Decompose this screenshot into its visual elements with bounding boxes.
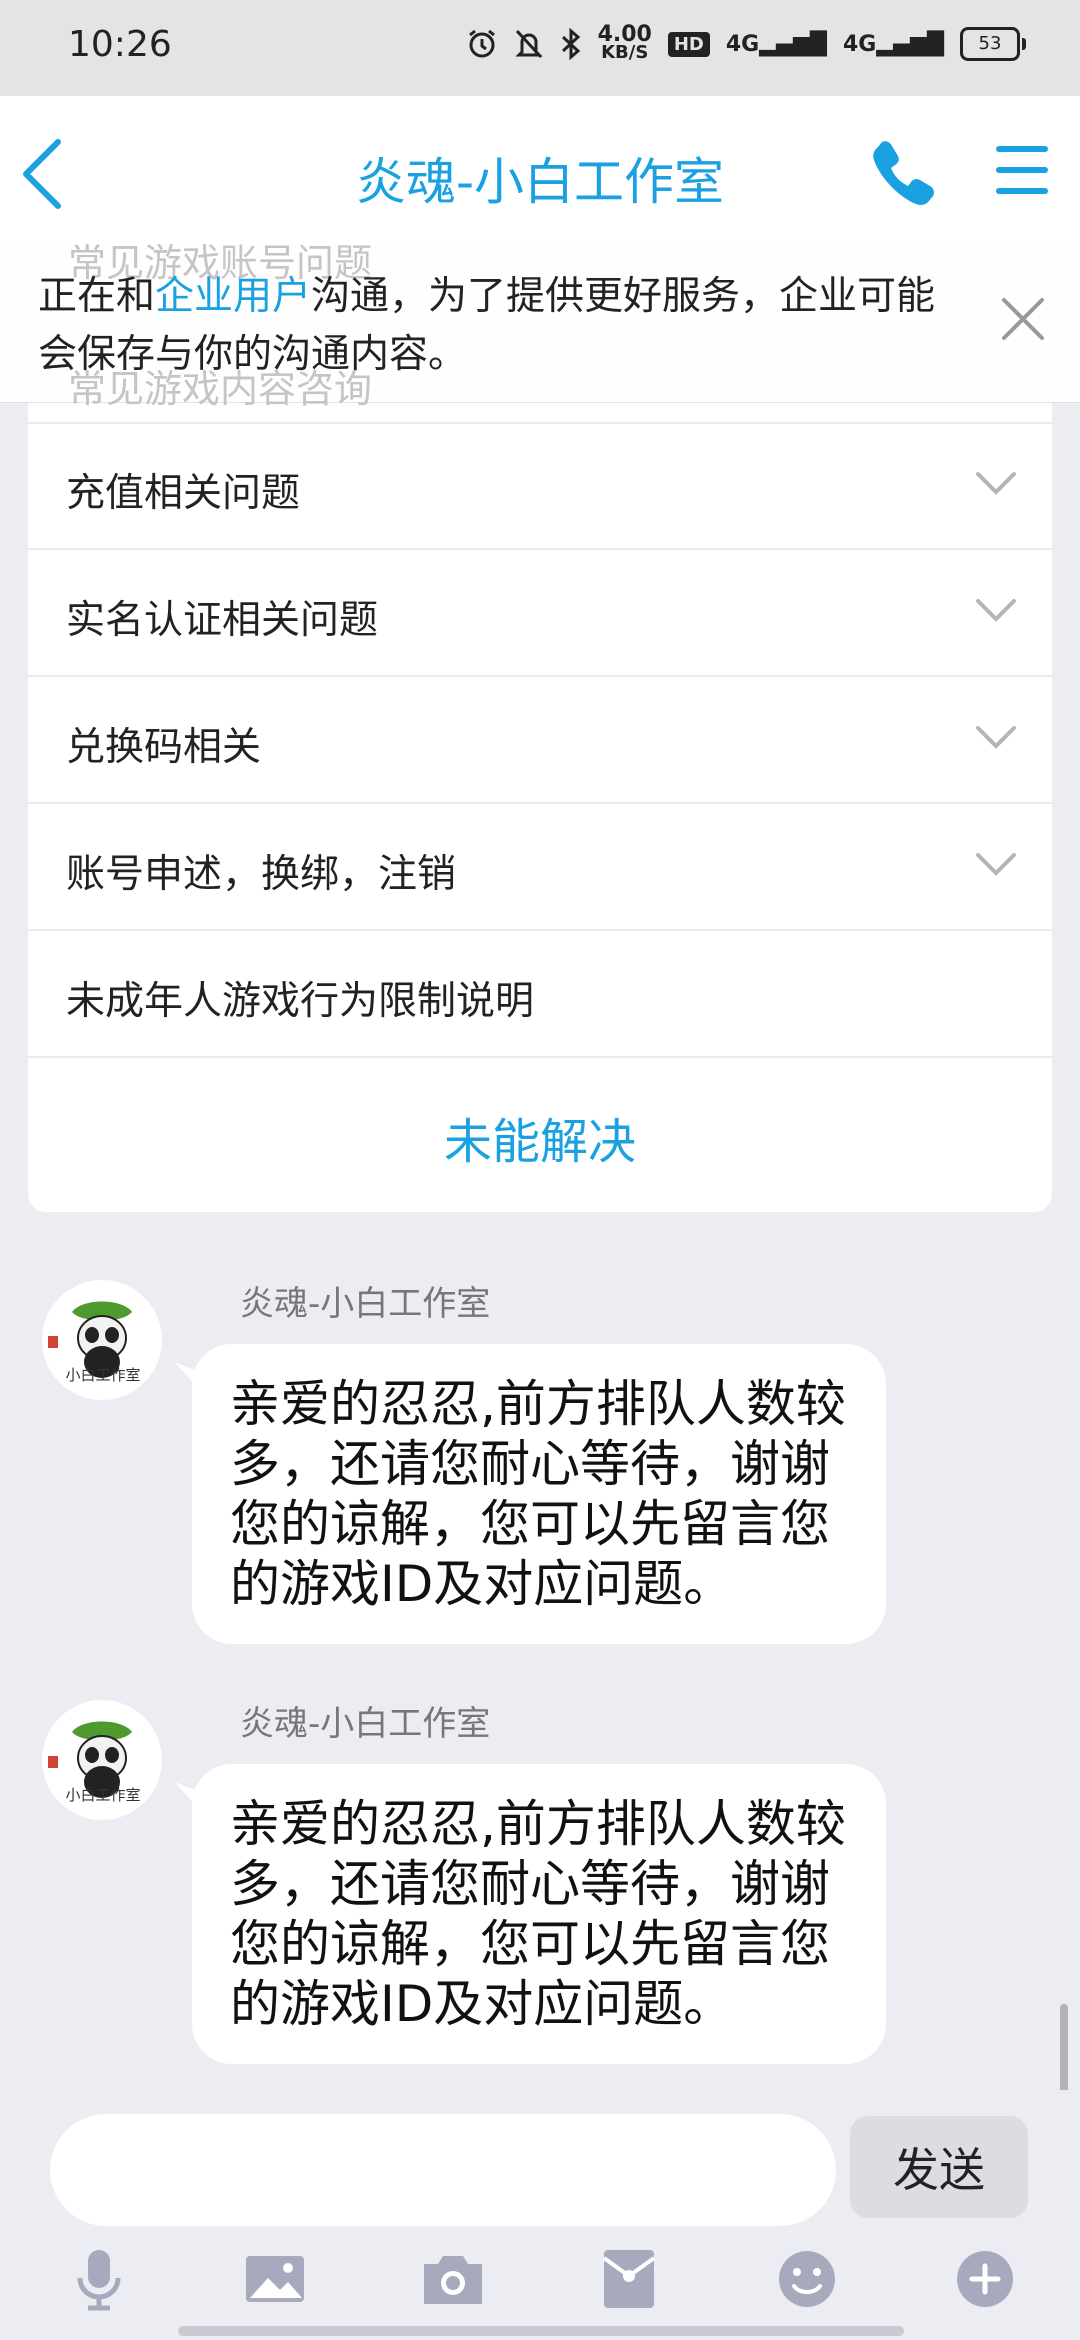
faq-item-label: 账号申述，换绑，注销: [66, 852, 457, 897]
hd-badge: HD: [667, 31, 710, 57]
network-speed: 4.00 KB/S: [598, 24, 652, 63]
chevron-down-icon: [976, 472, 1016, 495]
faq-item-minor-limits[interactable]: 未成年人游戏行为限制说明: [28, 930, 1052, 1058]
message-text: 亲爱的忍忍,前方排队人数较多，还请您耐心等待，谢谢您的谅解，您可以先留言您的游戏…: [230, 1375, 846, 1613]
microphone-icon[interactable]: [64, 2244, 134, 2314]
sender-name: 炎魂-小白工作室: [240, 1284, 491, 1324]
image-icon[interactable]: [240, 2244, 310, 2314]
message-bubble[interactable]: 亲爱的忍忍,前方排队人数较多，还请您耐心等待，谢谢您的谅解，您可以先留言您的游戏…: [192, 1764, 886, 2064]
faq-item-realname[interactable]: 实名认证相关问题: [28, 549, 1052, 677]
status-icons: 4.00 KB/S HD 4G▂▄▆█ 4G▂▄▆█ 53: [466, 24, 1026, 63]
emoji-icon[interactable]: [772, 2244, 842, 2314]
avatar-caption: 小白工作室: [65, 1366, 141, 1384]
faq-item-redeem-code[interactable]: 兑换码相关: [28, 676, 1052, 804]
close-icon[interactable]: [1000, 296, 1046, 342]
mute-bell-icon: [514, 29, 543, 59]
signal-label: 4G: [842, 31, 877, 57]
notice-text: 正在和企业用户沟通，为了提供更好服务，企业可能会保存与你的沟通内容。: [38, 268, 968, 384]
faq-item-recharge[interactable]: 充值相关问题: [28, 422, 1052, 550]
unresolved-button[interactable]: 未能解决: [28, 1074, 1052, 1210]
bluetooth-icon: [561, 28, 580, 60]
home-indicator[interactable]: [178, 2326, 904, 2336]
message-input[interactable]: [50, 2114, 836, 2226]
alarm-icon: [468, 29, 495, 58]
signal-4g-1: 4G▂▄▆█: [725, 31, 827, 57]
faq-item-label: 实名认证相关问题: [66, 598, 379, 643]
avatar-caption: 小白工作室: [65, 1786, 141, 1804]
send-button[interactable]: 发送: [850, 2116, 1028, 2218]
battery-icon: 53: [960, 27, 1026, 61]
input-bar: 发送: [0, 2090, 1080, 2340]
red-packet-icon[interactable]: [594, 2244, 664, 2314]
chevron-down-icon: [976, 726, 1016, 749]
faq-item-label: 兑换码相关: [66, 725, 262, 770]
faq-item-label: 充值相关问题: [66, 471, 301, 516]
speed-unit: KB/S: [601, 42, 649, 63]
notice-banner: 常见游戏账号问题 常见游戏内容咨询 正在和企业用户沟通，为了提供更好服务，企业可…: [0, 241, 1080, 411]
avatar[interactable]: 小白工作室: [42, 1700, 162, 1820]
sender-name: 炎魂-小白工作室: [240, 1704, 491, 1744]
plus-icon[interactable]: [950, 2244, 1020, 2314]
status-bar: 10:26 4.00 KB/S HD 4G▂▄▆█ 4G▂▄▆█ 53: [0, 0, 1080, 96]
message-bubble[interactable]: 亲爱的忍忍,前方排队人数较多，还请您耐心等待，谢谢您的谅解，您可以先留言您的游戏…: [192, 1344, 886, 1644]
avatar[interactable]: 小白工作室: [42, 1280, 162, 1400]
faq-card: 充值相关问题 实名认证相关问题 兑换码相关 账号申述，换绑，注销 未成年人游戏行…: [28, 402, 1052, 1212]
faq-item-account[interactable]: 账号申述，换绑，注销: [28, 803, 1052, 931]
faq-item-label: 未成年人游戏行为限制说明: [66, 979, 535, 1024]
signal-label: 4G: [725, 31, 760, 57]
chevron-down-icon: [976, 599, 1016, 622]
hamburger-menu-icon[interactable]: [994, 142, 1050, 198]
status-time: 10:26: [68, 24, 172, 65]
chevron-down-icon: [976, 853, 1016, 876]
enterprise-user-link[interactable]: 企业用户: [155, 274, 311, 319]
camera-icon[interactable]: [418, 2244, 488, 2314]
phone-icon[interactable]: [868, 136, 940, 208]
notice-text-before: 正在和: [38, 274, 156, 319]
signal-4g-2: 4G▂▄▆█: [842, 31, 944, 57]
chat-header: 炎魂-小白工作室: [0, 96, 1080, 246]
message-text: 亲爱的忍忍,前方排队人数较多，还请您耐心等待，谢谢您的谅解，您可以先留言您的游戏…: [230, 1795, 846, 2033]
